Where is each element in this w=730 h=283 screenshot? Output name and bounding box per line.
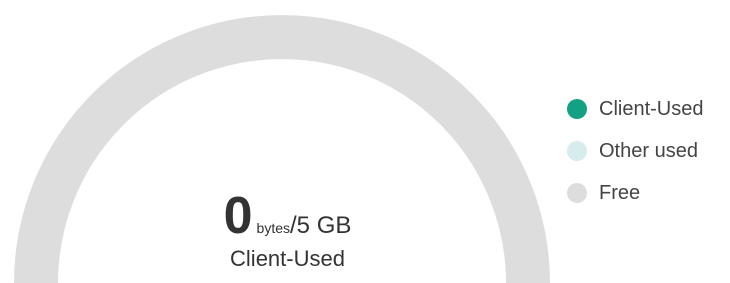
legend-label-client-used: Client-Used [599, 97, 704, 120]
legend-dot-other-used [567, 141, 587, 161]
legend-item-other-used: Other used [567, 130, 703, 172]
legend-label-other-used: Other used [599, 139, 698, 162]
usage-caption: Client-Used [230, 246, 345, 271]
legend-label-free: Free [599, 181, 641, 204]
usage-value: 0 [223, 187, 253, 245]
storage-usage-widget: 0 bytes/5 GB Client-Used Client-Used Othe… [0, 0, 730, 283]
legend-dot-client-used [567, 99, 587, 119]
gauge-legend: Client-Used Other used Free [567, 88, 703, 214]
usage-line: 0 bytes/5 GB [120, 190, 455, 242]
usage-readout: 0 bytes/5 GB Client-Used [120, 190, 455, 272]
usage-total: /5 GB [290, 212, 352, 239]
legend-dot-free [567, 183, 587, 203]
usage-unit: bytes [256, 220, 291, 236]
legend-item-free: Free [567, 172, 703, 214]
legend-item-client-used: Client-Used [567, 88, 703, 130]
